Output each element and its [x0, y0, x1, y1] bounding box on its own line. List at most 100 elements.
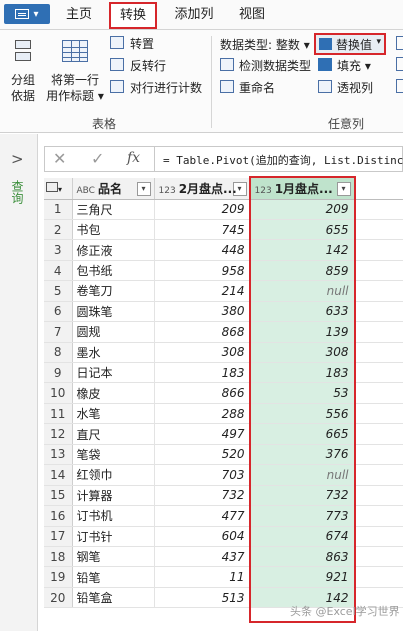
tab-add-column[interactable]: 添加列 [166, 4, 222, 28]
tab-view[interactable]: 视图 [232, 4, 272, 28]
cell-name[interactable]: 直尺 [72, 423, 155, 445]
column-header-jan[interactable]: ▾ 123 1月盘点... [250, 178, 355, 200]
filter-dropdown-icon[interactable]: ▾ [336, 181, 351, 196]
fill-button[interactable]: 填充 ▾ [318, 57, 371, 74]
row-number[interactable]: 3 [44, 239, 73, 261]
detect-data-type-button[interactable]: 检测数据类型 [220, 57, 311, 74]
fx-icon[interactable]: fx [127, 150, 140, 166]
replace-values-button[interactable]: 替换值 ▾ [314, 33, 386, 55]
table-row[interactable]: 15 计算器 732 732 [44, 485, 403, 507]
cell-feb[interactable]: 308 [154, 342, 251, 364]
file-menu-button[interactable]: ▾ [4, 4, 50, 24]
row-number[interactable]: 13 [44, 444, 73, 466]
confirm-icon[interactable]: ✓ [91, 149, 104, 168]
cell-feb[interactable]: 11 [154, 566, 251, 588]
row-number[interactable]: 7 [44, 321, 73, 343]
row-number[interactable]: 18 [44, 546, 73, 568]
row-number[interactable]: 4 [44, 260, 73, 282]
cell-jan[interactable]: 633 [250, 301, 355, 323]
pivot-column-button[interactable]: 透视列 [318, 79, 373, 96]
cell-name[interactable]: 订书机 [72, 505, 155, 527]
table-row[interactable]: 9 日记本 183 183 [44, 362, 403, 384]
column-header-name[interactable]: ▾ ABC 品名 [72, 178, 155, 200]
cell-feb[interactable]: 497 [154, 423, 251, 445]
table-row[interactable]: 17 订书针 604 674 [44, 526, 403, 547]
cell-jan[interactable]: 139 [250, 321, 355, 343]
table-row[interactable]: 7 圆规 868 139 [44, 321, 403, 343]
row-number[interactable]: 14 [44, 464, 73, 486]
cell-feb[interactable]: 183 [154, 362, 251, 384]
cell-feb[interactable]: 868 [154, 321, 251, 343]
cell-jan[interactable]: 209 [250, 199, 355, 220]
cell-name[interactable]: 三角尺 [72, 199, 155, 220]
cell-jan[interactable]: 376 [250, 444, 355, 466]
cell-name[interactable]: 书包 [72, 219, 155, 241]
row-number[interactable]: 10 [44, 382, 73, 404]
table-row[interactable]: 12 直尺 497 665 [44, 423, 403, 445]
tab-home[interactable]: 主页 [58, 4, 100, 28]
cell-jan[interactable]: 183 [250, 362, 355, 384]
cell-name[interactable]: 卷笔刀 [72, 280, 155, 302]
table-row[interactable]: 4 包书纸 958 859 [44, 260, 403, 282]
table-row[interactable]: 2 书包 745 655 [44, 219, 403, 241]
type-number-icon[interactable]: 123 [159, 186, 176, 196]
cell-feb[interactable]: 380 [154, 301, 251, 323]
type-text-icon[interactable]: ABC [77, 186, 95, 196]
table-row[interactable]: 10 橡皮 866 53 [44, 382, 403, 404]
cell-jan[interactable]: 863 [250, 546, 355, 568]
cell-name[interactable]: 圆珠笔 [72, 301, 155, 323]
cell-name[interactable]: 包书纸 [72, 260, 155, 282]
table-row[interactable]: 16 订书机 477 773 [44, 505, 403, 527]
cell-feb[interactable]: 958 [154, 260, 251, 282]
cancel-icon[interactable]: ✕ [53, 149, 66, 168]
type-number-icon[interactable]: 123 [255, 186, 272, 196]
table-row[interactable]: 18 钢笔 437 863 [44, 546, 403, 568]
row-number[interactable]: 5 [44, 280, 73, 302]
cell-feb[interactable]: 866 [154, 382, 251, 404]
row-number[interactable]: 17 [44, 526, 73, 547]
table-row[interactable]: 8 墨水 308 308 [44, 342, 403, 364]
cell-name[interactable]: 钢笔 [72, 546, 155, 568]
transpose-button[interactable]: 转置 [110, 35, 154, 52]
cell-name[interactable]: 笔袋 [72, 444, 155, 466]
cell-feb[interactable]: 437 [154, 546, 251, 568]
use-first-row-as-headers-button[interactable]: 将第一行 用作标题 ▾ [44, 34, 106, 106]
cell-feb[interactable]: 513 [154, 587, 251, 609]
row-number[interactable]: 1 [44, 199, 73, 220]
cell-jan[interactable]: 556 [250, 403, 355, 425]
cell-name[interactable]: 计算器 [72, 485, 155, 507]
cell-jan[interactable]: 665 [250, 423, 355, 445]
cell-feb[interactable]: 209 [154, 199, 251, 220]
filter-dropdown-icon[interactable]: ▾ [136, 181, 151, 196]
row-number[interactable]: 12 [44, 423, 73, 445]
count-rows-button[interactable]: 对行进行计数 [110, 79, 202, 96]
cell-jan[interactable]: 53 [250, 382, 355, 404]
table-menu-button[interactable]: ▾ [44, 178, 73, 200]
cell-feb[interactable]: 214 [154, 280, 251, 302]
cell-feb[interactable]: 520 [154, 444, 251, 466]
cell-jan[interactable]: null [250, 464, 355, 486]
group-by-button[interactable]: 分组 依据 [6, 34, 40, 106]
row-number[interactable]: 11 [44, 403, 73, 425]
cell-name[interactable]: 水笔 [72, 403, 155, 425]
cell-name[interactable]: 红领巾 [72, 464, 155, 486]
cell-jan[interactable]: 674 [250, 526, 355, 547]
reverse-rows-button[interactable]: 反转行 [110, 57, 166, 74]
cell-jan[interactable]: 308 [250, 342, 355, 364]
row-number[interactable]: 9 [44, 362, 73, 384]
expand-pane-icon[interactable]: > [11, 150, 24, 168]
cell-name[interactable]: 订书针 [72, 526, 155, 547]
cell-feb[interactable]: 732 [154, 485, 251, 507]
table-row[interactable]: 13 笔袋 520 376 [44, 444, 403, 466]
table-row[interactable]: 5 卷笔刀 214 null [44, 280, 403, 302]
row-number[interactable]: 8 [44, 342, 73, 364]
table-row[interactable]: 1 三角尺 209 209 [44, 199, 403, 220]
row-number[interactable]: 16 [44, 505, 73, 527]
cell-jan[interactable]: 732 [250, 485, 355, 507]
cell-name[interactable]: 铅笔盒 [72, 587, 155, 609]
cell-jan[interactable]: 859 [250, 260, 355, 282]
cell-feb[interactable]: 477 [154, 505, 251, 527]
rename-button[interactable]: 重命名 [220, 79, 275, 96]
table-row[interactable]: 3 修正液 448 142 [44, 239, 403, 261]
cell-name[interactable]: 日记本 [72, 362, 155, 384]
